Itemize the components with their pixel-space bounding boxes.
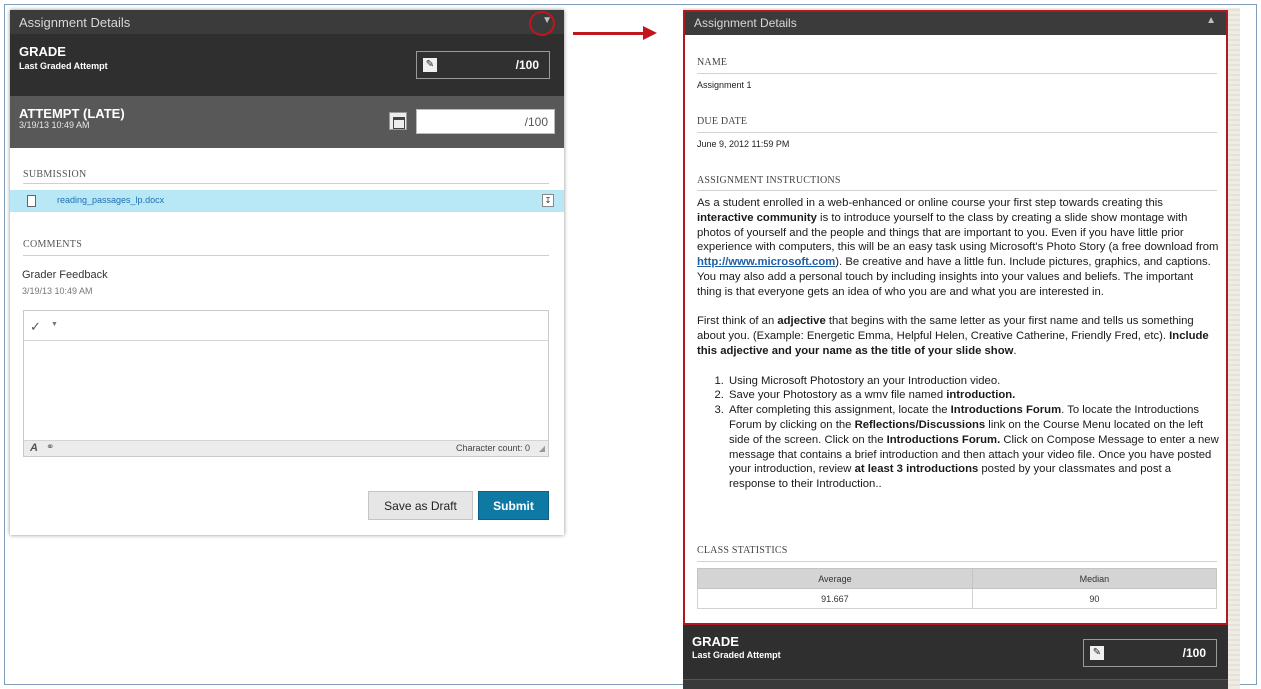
attempt-grade-value: /100 — [524, 115, 548, 129]
editor-toolbar: ✓ ▼ — [24, 311, 548, 341]
panel-header-title: Assignment Details — [19, 15, 131, 30]
median-header: Median — [971, 568, 1218, 589]
average-value: 91.667 — [697, 588, 973, 609]
divider — [23, 255, 549, 256]
list-item: Save your Photostory as a wmv file named… — [727, 388, 1219, 403]
microsoft-link[interactable]: http://www.microsoft.com — [697, 256, 835, 268]
divider — [697, 561, 1217, 562]
grader-feedback-title: Grader Feedback — [22, 269, 108, 281]
highlight-circle — [529, 11, 555, 36]
submission-file-link[interactable]: reading_passages_lp.docx — [57, 195, 164, 205]
due-date-value: June 9, 2012 11:59 PM — [697, 139, 790, 149]
character-count: Character count: 0 — [455, 443, 530, 453]
list-item: Using Microsoft Photostory an your Intro… — [727, 374, 1219, 389]
document-icon — [27, 195, 36, 207]
calendar-icon[interactable] — [389, 112, 407, 130]
list-item: After completing this assignment, locate… — [727, 403, 1219, 492]
text-format-icon[interactable]: A — [30, 442, 38, 454]
panel-header-title: Assignment Details — [694, 16, 797, 30]
divider — [697, 190, 1217, 191]
save-as-draft-button[interactable]: Save as Draft — [368, 491, 473, 520]
spellcheck-icon[interactable]: ✓ — [30, 319, 41, 335]
panel-header[interactable]: Assignment Details ▼ — [10, 10, 564, 34]
instructions-paragraph: As a student enrolled in a web-enhanced … — [697, 197, 1219, 298]
grade-value: /100 — [515, 58, 539, 72]
average-header: Average — [697, 568, 973, 589]
grader-feedback-date: 3/19/13 10:49 AM — [22, 286, 93, 296]
assignment-details-panel-expanded: Assignment Details ▲ NAME Assignment 1 D… — [683, 10, 1228, 625]
name-label: NAME — [697, 57, 728, 68]
divider — [697, 132, 1217, 133]
divider — [23, 183, 549, 184]
editor-footer: A ⚭ Character count: 0 ◢ — [24, 440, 548, 456]
grade-value: /100 — [1182, 646, 1206, 660]
comments-label: COMMENTS — [23, 239, 83, 250]
grade-title: GRADE — [19, 44, 66, 59]
grade-input[interactable]: ✎ /100 — [416, 51, 550, 79]
annotation-arrow — [573, 32, 645, 35]
assignment-name: Assignment 1 — [697, 80, 752, 90]
table-header-row: Average Median — [697, 568, 1218, 589]
attempt-section: ATTEMPT (LATE) 3/19/13 10:49 AM /100 — [10, 96, 564, 148]
chevron-down-icon[interactable]: ▼ — [51, 321, 58, 328]
submission-file-row[interactable]: reading_passages_lp.docx ↧ — [10, 190, 564, 212]
grade-input[interactable]: ✎ /100 — [1083, 639, 1217, 667]
due-date-label: DUE DATE — [697, 116, 748, 127]
submit-button[interactable]: Submit — [478, 491, 549, 520]
table-row: 91.667 90 — [697, 588, 1218, 609]
attempt-grade-input[interactable]: /100 — [416, 109, 555, 134]
attempt-date: 3/19/13 10:49 AM — [19, 120, 90, 130]
download-icon[interactable]: ↧ — [542, 194, 554, 207]
class-statistics-table: Average Median 91.667 90 — [697, 568, 1218, 609]
resize-handle-icon[interactable]: ◢ — [539, 444, 545, 453]
grade-subtitle: Last Graded Attempt — [692, 650, 781, 660]
grade-section: GRADE Last Graded Attempt ✎ /100 — [10, 34, 564, 96]
instruction-steps: Using Microsoft Photostory an your Intro… — [727, 374, 1219, 492]
attempt-title: ATTEMPT (LATE) — [19, 106, 125, 121]
chevron-up-icon[interactable]: ▲ — [1206, 15, 1216, 26]
median-value: 90 — [971, 588, 1218, 609]
assignment-details-panel-collapsed: Assignment Details ▼ GRADE Last Graded A… — [10, 10, 564, 535]
assignment-instructions: As a student enrolled in a web-enhanced … — [697, 196, 1219, 492]
pencil-icon[interactable]: ✎ — [1090, 646, 1104, 660]
grade-subtitle: Last Graded Attempt — [19, 61, 108, 71]
class-statistics-label: CLASS STATISTICS — [697, 545, 788, 556]
annotation-arrow-head — [643, 26, 657, 40]
next-section-bar — [683, 679, 1228, 689]
instructions-paragraph: First think of an adjective that begins … — [697, 315, 1209, 357]
pencil-icon[interactable]: ✎ — [423, 58, 437, 72]
attachment-icon[interactable]: ⚭ — [46, 442, 54, 453]
feedback-editor[interactable]: ✓ ▼ A ⚭ Character count: 0 ◢ — [23, 310, 549, 457]
divider — [697, 73, 1217, 74]
submission-label: SUBMISSION — [23, 169, 87, 180]
grade-title: GRADE — [692, 634, 739, 649]
instructions-label: ASSIGNMENT INSTRUCTIONS — [697, 175, 841, 186]
panel-header[interactable]: Assignment Details ▲ — [685, 12, 1226, 35]
